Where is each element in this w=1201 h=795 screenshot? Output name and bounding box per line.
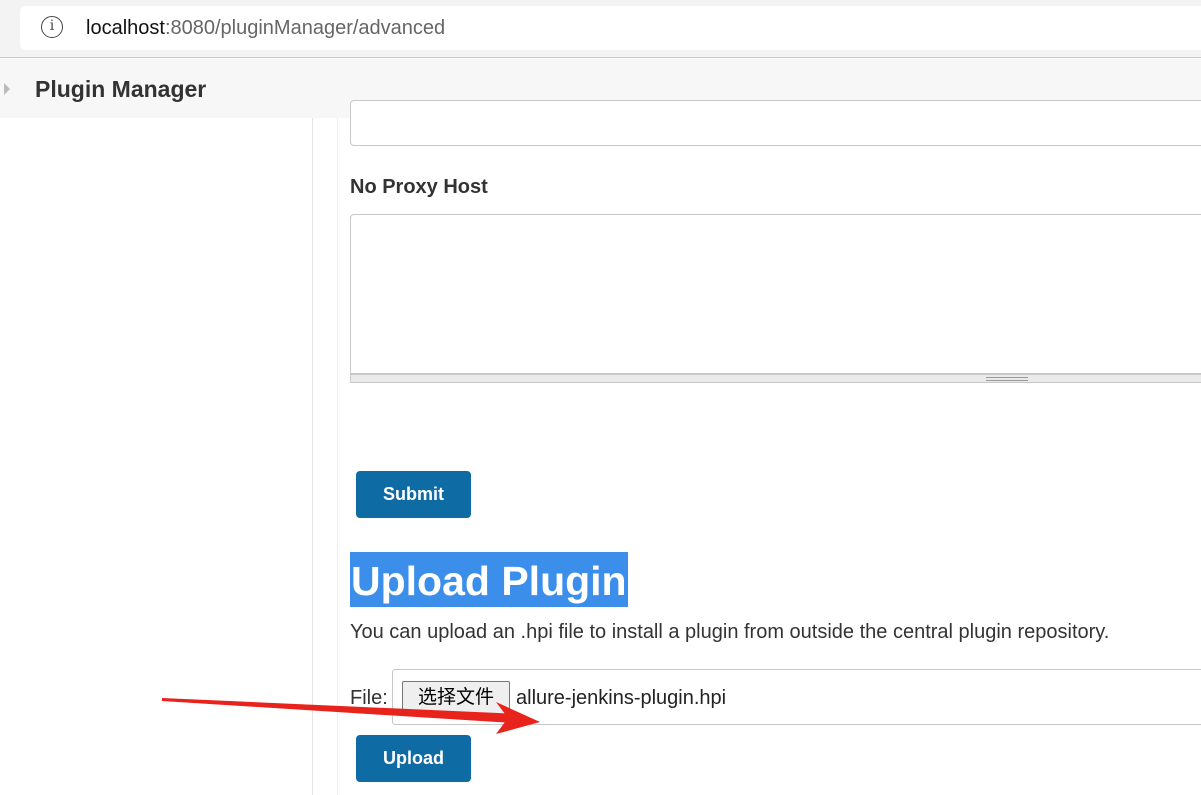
url-host: localhost [86, 17, 165, 39]
address-bar[interactable]: i localhost:8080/pluginManager/advanced [20, 6, 1201, 50]
info-icon[interactable]: i [41, 16, 63, 38]
no-proxy-host-textarea[interactable] [350, 214, 1201, 374]
textarea-resize-handle[interactable] [350, 374, 1201, 383]
no-proxy-host-label: No Proxy Host [350, 176, 488, 198]
upload-plugin-description: You can upload an .hpi file to install a… [350, 621, 1110, 643]
url-text[interactable]: localhost:8080/pluginManager/advanced [86, 16, 445, 40]
url-path: :8080/pluginManager/advanced [164, 17, 446, 39]
upload-button[interactable]: Upload [356, 735, 471, 782]
resize-grip-icon [986, 377, 1028, 381]
submit-button[interactable]: Submit [356, 471, 471, 518]
annotation-arrow-icon [162, 698, 540, 734]
upload-plugin-heading: Upload Plugin [350, 552, 628, 607]
caret-right-icon[interactable] [4, 83, 10, 95]
proxy-field-input[interactable] [350, 100, 1201, 146]
browser-toolbar: i localhost:8080/pluginManager/advanced [0, 0, 1201, 58]
breadcrumb-plugin-manager[interactable]: Plugin Manager [35, 76, 206, 103]
